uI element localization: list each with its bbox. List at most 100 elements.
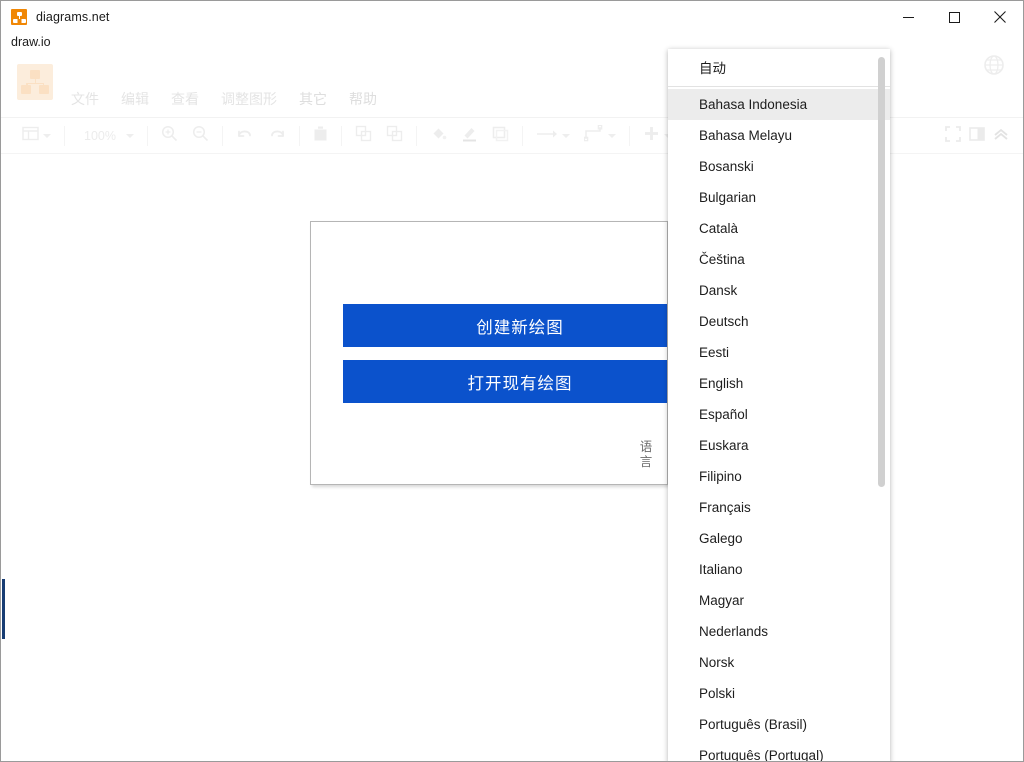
toolbar-separator <box>522 126 523 146</box>
language-option[interactable]: Euskara <box>668 430 890 461</box>
zoom-out-icon <box>192 125 209 147</box>
to-front-button[interactable] <box>348 118 379 154</box>
language-option[interactable]: Galego <box>668 523 890 554</box>
toolbar-separator <box>629 126 630 146</box>
toolbar-separator <box>64 126 65 146</box>
language-option[interactable]: Bahasa Melayu <box>668 120 890 151</box>
toolbar-items: 100% <box>15 118 679 154</box>
to-back-button[interactable] <box>379 118 410 154</box>
zoom-in-icon <box>161 125 178 147</box>
connection-arrow-button[interactable] <box>529 118 577 154</box>
language-option[interactable]: Français <box>668 492 890 523</box>
delete-icon <box>313 125 328 147</box>
application-window: diagrams.net draw.io <box>0 0 1024 762</box>
create-new-diagram-button[interactable]: 创建新绘图 <box>343 304 668 347</box>
language-option-list: 自动 Bahasa Indonesia Bahasa Melayu Bosans… <box>668 49 890 762</box>
zoom-level-label: 100% <box>78 129 122 143</box>
splash-dialog: 创建新绘图 打开现有绘图 语言 <box>310 221 668 485</box>
menu-item-help[interactable]: 帮助 <box>349 89 377 109</box>
language-option[interactable]: Magyar <box>668 585 890 616</box>
language-option[interactable]: Português (Brasil) <box>668 709 890 740</box>
fill-color-button[interactable] <box>423 118 454 154</box>
drawio-watermark-logo <box>17 64 53 100</box>
redo-icon <box>268 126 286 147</box>
language-dropdown-menu[interactable]: 自动 Bahasa Indonesia Bahasa Melayu Bosans… <box>668 49 890 762</box>
toolbar-separator <box>147 126 148 146</box>
language-option[interactable]: Bosanski <box>668 151 890 182</box>
toggle-format-panel-button[interactable] <box>969 126 985 147</box>
language-option-auto[interactable]: 自动 <box>668 49 890 81</box>
language-option[interactable]: Filipino <box>668 461 890 492</box>
menu-items: 文件 编辑 查看 调整图形 其它 帮助 <box>71 89 377 109</box>
language-option[interactable]: Bahasa Indonesia <box>668 89 890 120</box>
language-option[interactable]: Dansk <box>668 275 890 306</box>
title-bar: diagrams.net <box>1 1 1023 33</box>
maximize-button[interactable] <box>931 1 977 33</box>
language-option[interactable]: Nederlands <box>668 616 890 647</box>
menu-item-file[interactable]: 文件 <box>71 89 99 109</box>
app-subtitle: draw.io <box>11 35 51 49</box>
line-color-button[interactable] <box>454 118 485 154</box>
collapse-toolbar-button[interactable] <box>993 126 1009 147</box>
undo-icon <box>236 126 254 147</box>
toggle-format-panel-icon <box>969 129 985 146</box>
waypoints-button[interactable] <box>577 118 623 154</box>
window-controls <box>885 1 1023 33</box>
fill-color-icon <box>430 125 447 147</box>
waypoints-icon <box>584 125 604 147</box>
insert-icon <box>643 125 660 147</box>
toolbar-separator <box>299 126 300 146</box>
language-option[interactable]: Bulgarian <box>668 182 890 213</box>
close-icon <box>994 11 1006 23</box>
shadow-icon <box>492 125 509 147</box>
menu-divider <box>668 86 890 87</box>
language-label[interactable]: 语言 <box>639 440 653 470</box>
language-option[interactable]: Deutsch <box>668 306 890 337</box>
language-option[interactable]: Čeština <box>668 244 890 275</box>
connection-arrow-icon <box>536 127 558 146</box>
toolbar-separator <box>222 126 223 146</box>
language-option[interactable]: Español <box>668 399 890 430</box>
globe-icon[interactable] <box>983 54 1005 76</box>
language-option[interactable]: Eesti <box>668 337 890 368</box>
zoom-level-button[interactable]: 100% <box>71 118 141 154</box>
language-option[interactable]: Norsk <box>668 647 890 678</box>
window-title: diagrams.net <box>36 10 109 24</box>
menu-item-arrange[interactable]: 调整图形 <box>221 89 277 109</box>
to-back-icon <box>386 125 403 147</box>
close-button[interactable] <box>977 1 1023 33</box>
to-front-icon <box>355 125 372 147</box>
fullscreen-button[interactable] <box>945 126 961 147</box>
minimize-icon <box>903 12 914 23</box>
undo-button[interactable] <box>229 118 261 154</box>
maximize-icon <box>949 12 960 23</box>
chevron-down-icon <box>126 134 134 138</box>
zoom-out-button[interactable] <box>185 118 216 154</box>
language-option[interactable]: Català <box>668 213 890 244</box>
language-option[interactable]: Português (Portugal) <box>668 740 890 762</box>
menu-item-edit[interactable]: 编辑 <box>121 89 149 109</box>
toolbar-separator <box>416 126 417 146</box>
language-option[interactable]: English <box>668 368 890 399</box>
redo-button[interactable] <box>261 118 293 154</box>
minimize-button[interactable] <box>885 1 931 33</box>
toolbar-right-items <box>945 118 1009 154</box>
chevron-down-icon <box>608 134 616 138</box>
shadow-button[interactable] <box>485 118 516 154</box>
zoom-in-button[interactable] <box>154 118 185 154</box>
open-existing-diagram-button[interactable]: 打开现有绘图 <box>343 360 668 403</box>
fullscreen-icon <box>945 129 961 146</box>
delete-button[interactable] <box>306 118 335 154</box>
dropdown-scrollbar-thumb[interactable] <box>878 57 885 487</box>
chevron-down-icon <box>43 134 51 138</box>
line-color-icon <box>461 125 478 147</box>
menu-item-extras[interactable]: 其它 <box>299 89 327 109</box>
toolbar-separator <box>341 126 342 146</box>
menu-item-view[interactable]: 查看 <box>171 89 199 109</box>
view-layout-icon <box>22 125 39 147</box>
language-option[interactable]: Polski <box>668 678 890 709</box>
language-option[interactable]: Italiano <box>668 554 890 585</box>
view-layout-button[interactable] <box>15 118 58 154</box>
sidebar-edge-sliver <box>2 579 5 639</box>
title-bar-left: diagrams.net <box>1 1 885 33</box>
